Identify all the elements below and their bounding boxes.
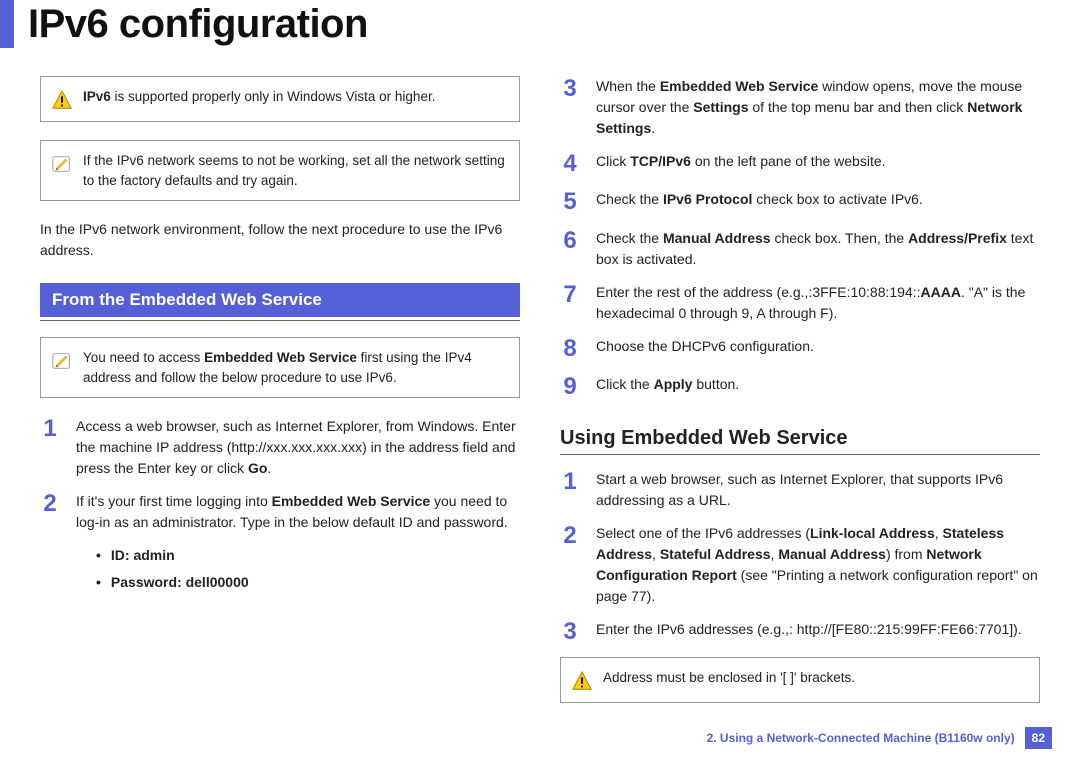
- section-underline: [40, 320, 520, 321]
- footer-page-number: 82: [1025, 727, 1052, 749]
- tip-text: If the IPv6 network seems to not be work…: [83, 151, 507, 190]
- bracket-warning-text: Address must be enclosed in '[ ]' bracke…: [603, 668, 855, 688]
- step-right-5: 5 Check the IPv6 Protocol check box to a…: [560, 189, 1040, 215]
- step-number: 8: [560, 336, 580, 362]
- step-body: Check the IPv6 Protocol check box to act…: [596, 189, 1040, 210]
- intro-text: In the IPv6 network environment, follow …: [40, 219, 520, 261]
- step-right-9: 9 Click the Apply button.: [560, 374, 1040, 400]
- step-body: Select one of the IPv6 addresses (Link-l…: [596, 523, 1040, 607]
- step-body: When the Embedded Web Service window ope…: [596, 76, 1040, 139]
- step-right-7: 7 Enter the rest of the address (e.g.,:3…: [560, 282, 1040, 324]
- step-number: 9: [560, 374, 580, 400]
- step-number: 3: [560, 76, 580, 102]
- step-number: 3: [560, 619, 580, 645]
- step-number: 5: [560, 189, 580, 215]
- left-column: IPv6 is supported properly only in Windo…: [40, 76, 520, 721]
- step-body-text: If it's your first time logging into Emb…: [76, 493, 508, 530]
- step-body: Enter the rest of the address (e.g.,:3FF…: [596, 282, 1040, 324]
- credentials-list: ID: admin Password: dell00000: [76, 545, 520, 593]
- pencil-icon: [51, 350, 73, 372]
- footer-chapter: 2. Using a Network-Connected Machine (B1…: [707, 731, 1015, 745]
- step-body: Start a web browser, such as Internet Ex…: [596, 469, 1040, 511]
- step-use-1: 1 Start a web browser, such as Internet …: [560, 469, 1040, 511]
- step-right-6: 6 Check the Manual Address check box. Th…: [560, 228, 1040, 270]
- tip-note: If the IPv6 network seems to not be work…: [40, 140, 520, 201]
- sub-header: Using Embedded Web Service: [560, 427, 1040, 450]
- step-number: 6: [560, 228, 580, 254]
- step-right-8: 8 Choose the DHCPv6 configuration.: [560, 336, 1040, 362]
- warning-note: IPv6 is supported properly only in Windo…: [40, 76, 520, 122]
- step-use-2: 2 Select one of the IPv6 addresses (Link…: [560, 523, 1040, 607]
- step-number: 4: [560, 151, 580, 177]
- step-body: Click TCP/IPv6 on the left pane of the w…: [596, 151, 1040, 172]
- bracket-warning: Address must be enclosed in '[ ]' bracke…: [560, 657, 1040, 703]
- step-left-1: 1 Access a web browser, such as Internet…: [40, 416, 520, 479]
- step-use-3: 3 Enter the IPv6 addresses (e.g.,: http:…: [560, 619, 1040, 645]
- title-stripe: [0, 0, 14, 48]
- step-body: Access a web browser, such as Internet E…: [76, 416, 520, 479]
- step-number: 7: [560, 282, 580, 308]
- right-column: 3 When the Embedded Web Service window o…: [560, 76, 1040, 721]
- content-columns: IPv6 is supported properly only in Windo…: [0, 56, 1080, 721]
- access-note-text: You need to access Embedded Web Service …: [83, 348, 507, 387]
- warning-icon: [51, 89, 73, 111]
- step-left-2: 2 If it's your first time logging into E…: [40, 491, 520, 599]
- step-body: Choose the DHCPv6 configuration.: [596, 336, 1040, 357]
- warning-text: IPv6 is supported properly only in Windo…: [83, 87, 435, 107]
- step-right-4: 4 Click TCP/IPv6 on the left pane of the…: [560, 151, 1040, 177]
- step-body: Check the Manual Address check box. Then…: [596, 228, 1040, 270]
- step-body: Click the Apply button.: [596, 374, 1040, 395]
- pencil-icon: [51, 153, 73, 175]
- sub-underline: [560, 454, 1040, 455]
- step-number: 1: [560, 469, 580, 495]
- step-number: 2: [560, 523, 580, 549]
- page-footer: 2. Using a Network-Connected Machine (B1…: [707, 727, 1052, 749]
- warning-icon: [571, 670, 593, 692]
- page-title: IPv6 configuration: [28, 2, 368, 47]
- step-body: If it's your first time logging into Emb…: [76, 491, 520, 599]
- step-right-3: 3 When the Embedded Web Service window o…: [560, 76, 1040, 139]
- title-bar: IPv6 configuration: [0, 0, 1080, 56]
- section-header: From the Embedded Web Service: [40, 283, 520, 317]
- step-body: Enter the IPv6 addresses (e.g.,: http://…: [596, 619, 1040, 640]
- credential-password: Password: dell00000: [96, 572, 520, 593]
- credential-id: ID: admin: [96, 545, 520, 566]
- access-note: You need to access Embedded Web Service …: [40, 337, 520, 398]
- step-number: 2: [40, 491, 60, 517]
- step-number: 1: [40, 416, 60, 442]
